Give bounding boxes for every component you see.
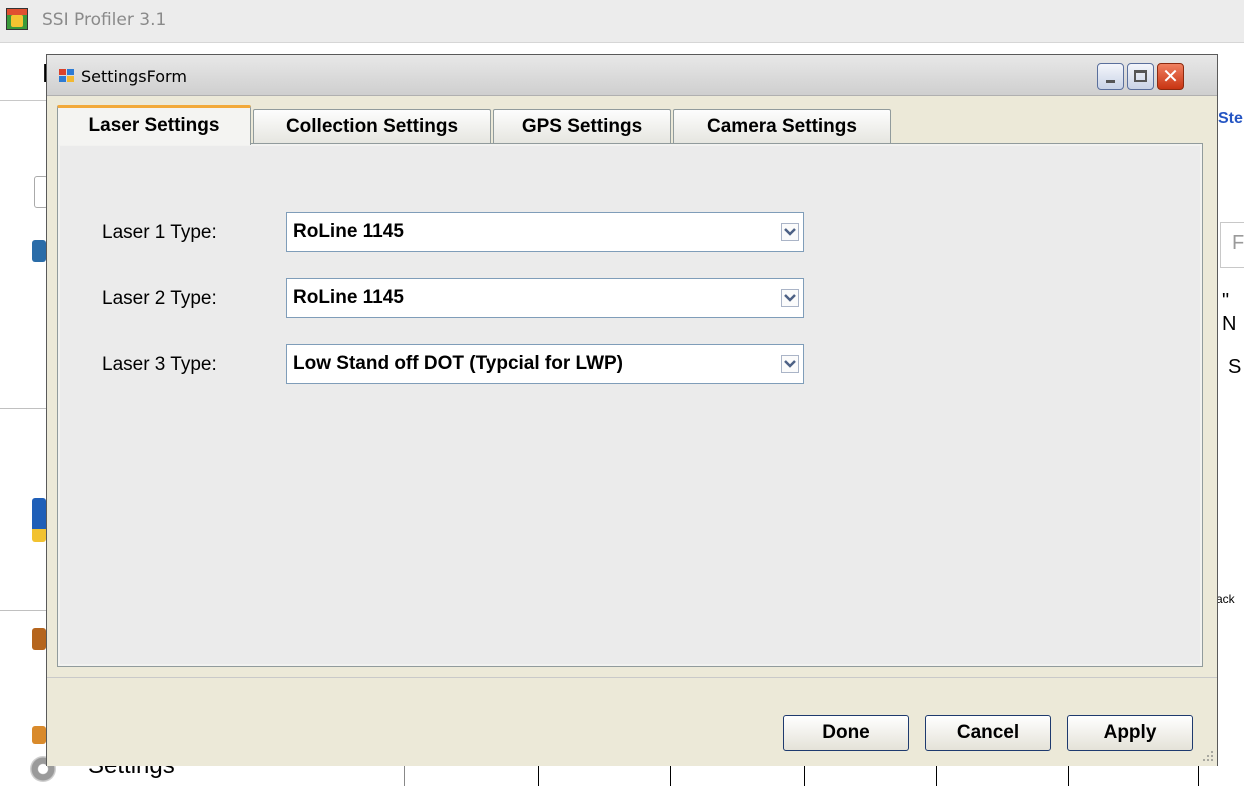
bg-divider bbox=[0, 610, 48, 611]
bg-table-line bbox=[804, 766, 805, 786]
tab-laser-settings[interactable]: Laser Settings bbox=[57, 105, 251, 145]
laser-1-type-value: RoLine 1145 bbox=[293, 221, 404, 242]
laser-3-type-label: Laser 3 Type: bbox=[102, 354, 217, 375]
laser-2-type-label: Laser 2 Type: bbox=[102, 288, 217, 309]
settings-dialog: SettingsForm ✕ Laser Settings Collection… bbox=[46, 54, 1218, 766]
tab-collection-settings[interactable]: Collection Settings bbox=[253, 109, 491, 143]
bg-divider bbox=[0, 408, 48, 409]
bg-table-line bbox=[1068, 766, 1069, 786]
resize-grip-icon[interactable] bbox=[1200, 748, 1214, 762]
bg-partial-icon bbox=[32, 498, 46, 542]
close-button[interactable]: ✕ bbox=[1157, 63, 1184, 90]
laser-3-type-value: Low Stand off DOT (Typcial for LWP) bbox=[293, 353, 624, 374]
bg-table-line bbox=[936, 766, 937, 786]
tab-camera-settings[interactable]: Camera Settings bbox=[673, 109, 891, 143]
app-titlebar: SSI Profiler 3.1 bbox=[0, 0, 1244, 43]
bg-table-line bbox=[670, 766, 671, 786]
maximize-icon bbox=[1134, 70, 1147, 82]
done-button[interactable]: Done bbox=[783, 715, 909, 751]
laser-3-type-select[interactable]: Low Stand off DOT (Typcial for LWP) bbox=[286, 344, 804, 384]
laser-settings-panel: Laser 1 Type: RoLine 1145 Laser 2 Type: … bbox=[60, 146, 1200, 664]
tab-panel: Laser 1 Type: RoLine 1145 Laser 2 Type: … bbox=[57, 143, 1203, 667]
app-icon bbox=[6, 8, 28, 30]
apply-button[interactable]: Apply bbox=[1067, 715, 1193, 751]
bg-right-text: F bbox=[1232, 232, 1244, 254]
chevron-down-icon[interactable] bbox=[781, 223, 799, 241]
bg-partial-icon bbox=[32, 628, 46, 650]
dialog-titlebar[interactable]: SettingsForm ✕ bbox=[47, 55, 1217, 96]
form-icon bbox=[59, 69, 75, 83]
bg-table-line bbox=[1198, 766, 1199, 786]
dialog-title: SettingsForm bbox=[81, 67, 187, 86]
minimize-button[interactable] bbox=[1097, 63, 1124, 90]
laser-1-type-select[interactable]: RoLine 1145 bbox=[286, 212, 804, 252]
laser-1-type-label: Laser 1 Type: bbox=[102, 222, 217, 243]
bg-right-link: Ste bbox=[1218, 110, 1243, 127]
app-title: SSI Profiler 3.1 bbox=[42, 10, 167, 30]
close-icon: ✕ bbox=[1162, 64, 1179, 88]
cancel-button[interactable]: Cancel bbox=[925, 715, 1051, 751]
minimize-icon bbox=[1106, 80, 1115, 83]
bg-table-line bbox=[538, 766, 539, 786]
maximize-button[interactable] bbox=[1127, 63, 1154, 90]
bg-right-text: ack bbox=[1216, 592, 1235, 606]
chevron-down-icon[interactable] bbox=[781, 289, 799, 307]
bg-right-text: " N bbox=[1222, 290, 1237, 335]
laser-2-type-select[interactable]: RoLine 1145 bbox=[286, 278, 804, 318]
laser-2-type-value: RoLine 1145 bbox=[293, 287, 404, 308]
bg-right-text: S bbox=[1228, 356, 1242, 378]
bg-partial-icon bbox=[32, 726, 46, 744]
chevron-down-icon[interactable] bbox=[781, 355, 799, 373]
bg-partial-icon bbox=[32, 240, 46, 262]
tab-gps-settings[interactable]: GPS Settings bbox=[493, 109, 671, 143]
